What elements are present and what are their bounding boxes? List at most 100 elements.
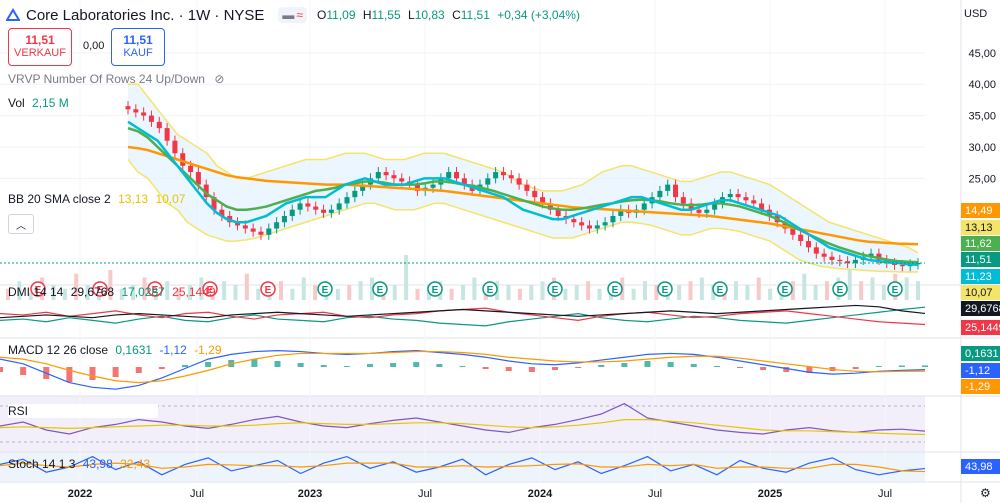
candle-body: [899, 264, 905, 267]
change-value: +0,34 (+3,04%): [497, 8, 580, 22]
volume-bar: [768, 288, 773, 300]
candle-body: [250, 228, 256, 232]
candle-body: [508, 175, 514, 179]
volume-bar: [347, 285, 352, 300]
x-tick-label: Jul: [878, 488, 892, 500]
low-value: 10,83: [414, 8, 445, 22]
indicator-value: 29,6768: [965, 303, 1000, 315]
macd-hist-bar: [644, 361, 651, 367]
svg-text:E: E: [892, 285, 899, 296]
bb-legend[interactable]: BB 20 SMA close 2 13,13 10,07: [8, 192, 185, 206]
volume-bar: [916, 281, 920, 300]
volume-bar: [756, 277, 761, 300]
candle-body: [594, 225, 600, 229]
adx-line: [0, 304, 926, 319]
candle-body: [141, 112, 147, 116]
indicator-value: 25,1449: [965, 322, 1000, 334]
vrvp-legend[interactable]: VRVP Number Of Rows 24 Up/Down ⊘: [8, 72, 224, 86]
volume-bar: [244, 273, 249, 300]
candle-body: [305, 203, 311, 207]
volume-bar: [643, 281, 647, 300]
price-label: 14,49: [965, 205, 993, 217]
candle-body: [297, 203, 303, 210]
collapse-legend-button[interactable]: ︿: [8, 214, 34, 234]
candle-body: [532, 190, 538, 198]
macd-hist-bar: [112, 367, 119, 377]
volume-bar: [404, 255, 409, 300]
candle-body: [641, 203, 647, 210]
macd-hist-bar: [482, 367, 489, 369]
volume-bar: [677, 285, 682, 300]
candle-body: [125, 106, 131, 110]
candle-body: [156, 121, 162, 129]
eye-crossed-icon[interactable]: ⊘: [214, 72, 224, 86]
macd-hist-bar: [598, 365, 605, 367]
candle-body: [555, 209, 561, 216]
candle-body: [829, 256, 835, 260]
high-value: 11,55: [371, 8, 401, 22]
macd-hist-bar: [320, 365, 327, 367]
svg-text:E: E: [612, 285, 619, 296]
candle-body: [164, 128, 170, 141]
settings-gear-icon[interactable]: ⚙: [980, 486, 991, 500]
volume-bar: [540, 281, 545, 300]
volume-bar: [461, 285, 465, 300]
candle-body: [172, 140, 178, 154]
volume-bar: [825, 281, 829, 300]
macd-hist-bar: [621, 363, 628, 367]
volume-bar: [256, 288, 261, 300]
rsi-legend[interactable]: RSI: [8, 404, 158, 418]
macd-hist-bar: [898, 365, 905, 367]
volume-bar: [688, 281, 693, 300]
chart-header: Core Laboratories Inc. · 1W · NYSE ▬ ≈ O1…: [6, 4, 584, 26]
sell-label: VERKAUF: [14, 47, 66, 59]
macd-hist-bar: [413, 362, 420, 367]
buy-price: 11,51: [123, 33, 153, 47]
buy-label: KAUF: [123, 47, 153, 59]
indicator-value: 43,98: [965, 461, 993, 473]
candle-body: [391, 175, 397, 179]
symbol-title[interactable]: Core Laboratories Inc. · 1W · NYSE: [26, 7, 264, 24]
macd-hist-bar: [251, 359, 258, 367]
earnings-marker: E: [777, 281, 793, 297]
indicator-value: -1,29: [965, 381, 990, 393]
x-tick-label: Jul: [190, 488, 204, 500]
macd-hist-bar: [922, 365, 928, 367]
macd-hist-bar: [713, 366, 720, 367]
price-label: 13,13: [965, 222, 993, 234]
chevron-up-icon: ︿: [16, 220, 26, 232]
svg-text:E: E: [265, 285, 272, 296]
volume-bar: [335, 288, 340, 300]
candle-body: [680, 197, 686, 204]
candle-body: [281, 215, 287, 223]
volume-bar: [313, 285, 318, 300]
spread-value: 0,00: [83, 40, 105, 52]
candle-body: [805, 241, 811, 248]
volume-legend[interactable]: Vol 2,15 M: [8, 96, 69, 110]
earnings-marker: E: [607, 281, 623, 297]
compare-toggle[interactable]: ▬ ≈: [278, 7, 308, 23]
volume-value: 2,15 M: [32, 96, 69, 110]
buy-button[interactable]: 11,51 KAUF: [111, 28, 165, 66]
volume-bar: [734, 281, 738, 300]
svg-text:E: E: [377, 285, 384, 296]
dmi-legend[interactable]: DMI 14 14 29,6768 17,0287 25,1449: [8, 285, 216, 299]
svg-text:E: E: [322, 285, 329, 296]
macd-hist-bar: [367, 364, 373, 367]
volume-bar: [415, 288, 420, 300]
stoch-legend[interactable]: Stoch 14 1 3 43,98 32,43: [8, 457, 150, 471]
volume-bar: [358, 281, 363, 300]
svg-text:E: E: [717, 285, 724, 296]
minus-icon: ▬: [282, 8, 295, 22]
open-value: 11,09: [326, 8, 356, 22]
x-tick-label: 2024: [528, 488, 553, 500]
currency-label[interactable]: USD: [964, 8, 987, 20]
sell-button[interactable]: 11,51 VERKAUF: [8, 28, 72, 66]
candle-body: [344, 197, 350, 204]
candle-body: [375, 172, 381, 179]
volume-bar: [233, 285, 238, 300]
candle-body: [516, 178, 522, 185]
earnings-marker: E: [317, 281, 333, 297]
volume-bar: [279, 281, 283, 300]
macd-legend[interactable]: MACD 12 26 close 0,1631 -1,12 -1,29: [8, 343, 222, 357]
